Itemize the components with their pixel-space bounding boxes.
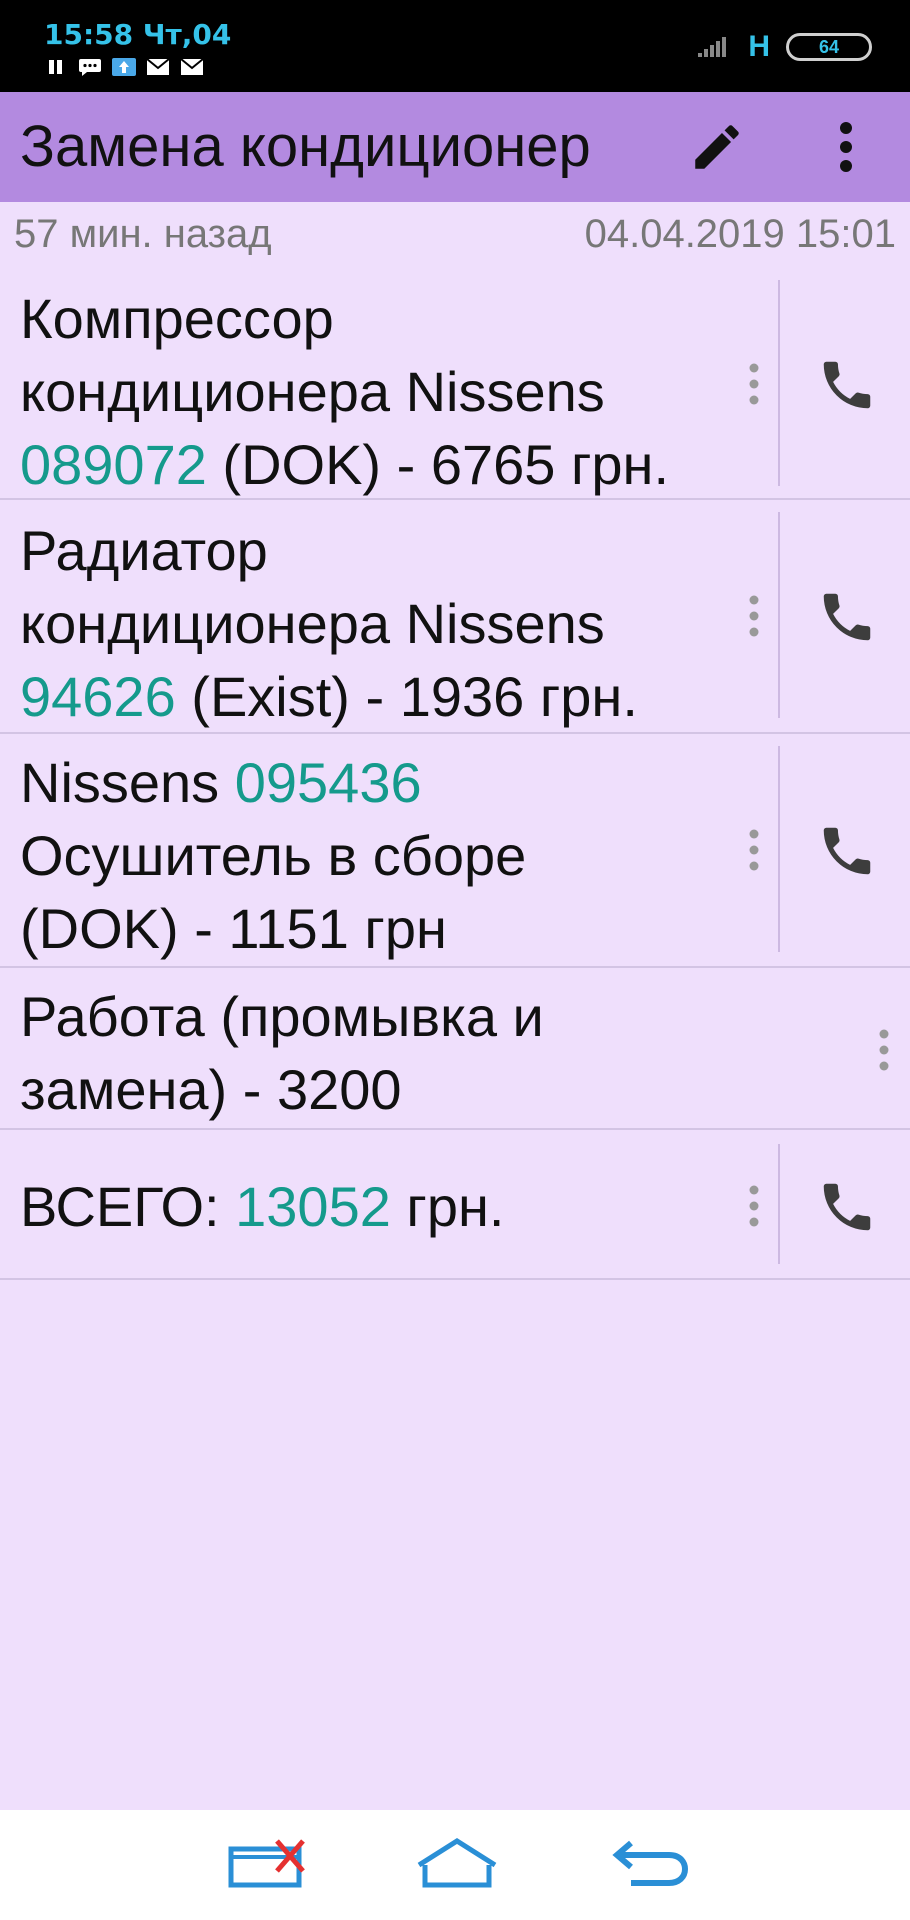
phone-icon — [823, 1183, 871, 1231]
item-menu-button[interactable] — [742, 1176, 766, 1236]
divider — [778, 512, 780, 718]
item-line: кондиционера Nissens — [20, 360, 605, 423]
phone-icon — [823, 827, 871, 875]
item-rest: (Exist) - 1936 грн. — [175, 665, 638, 728]
part-number-link[interactable]: 94626 — [20, 665, 176, 728]
status-bar: 15:58 Чт,04 H 64 — [0, 0, 910, 92]
battery-icon: 64 — [786, 33, 872, 61]
item-line: 94626 (Exist) - 1936 грн. — [20, 660, 740, 733]
item-line: (DOK) - 1151 грн — [20, 897, 447, 960]
list-item-text: Радиатор кондиционера Nissens 94626 (Exi… — [20, 514, 740, 733]
divider — [778, 280, 780, 486]
item-menu-button[interactable] — [872, 1020, 896, 1080]
list-item[interactable]: Работа (промывка и замена) - 3200 — [0, 968, 910, 1130]
list-item[interactable]: Компрессор кондиционера Nissens 089072 (… — [0, 270, 910, 500]
page-title: Замена кондиционер — [20, 114, 591, 179]
list-item-text: Nissens 095436 Осушитель в сборе (DOK) -… — [20, 746, 740, 965]
back-icon — [612, 1840, 689, 1886]
item-line: Радиатор — [20, 519, 268, 582]
more-vertical-icon — [879, 1029, 889, 1071]
more-vertical-icon — [749, 595, 759, 637]
list-item[interactable]: Радиатор кондиционера Nissens 94626 (Exi… — [0, 500, 910, 734]
list-item[interactable]: Nissens 095436 Осушитель в сборе (DOK) -… — [0, 734, 910, 968]
more-vertical-icon — [749, 829, 759, 871]
list-item-text: ВСЕГО: 13052 грн. — [20, 1170, 740, 1243]
home-icon — [417, 1838, 497, 1888]
status-right: H 64 — [698, 30, 872, 64]
call-button[interactable] — [812, 816, 882, 886]
more-options-button[interactable] — [820, 114, 872, 180]
part-number-link[interactable]: 089072 — [20, 433, 207, 496]
item-line: замена) - 3200 — [20, 1058, 402, 1121]
divider — [778, 1144, 780, 1264]
item-rest: грн. — [390, 1175, 505, 1238]
message-icon — [79, 59, 101, 76]
recent-apps-icon — [228, 1839, 305, 1888]
more-vertical-icon — [749, 1185, 759, 1227]
battery-level: 64 — [818, 36, 840, 57]
mail-icon — [180, 58, 204, 75]
list-item-text: Работа (промывка и замена) - 3200 — [20, 980, 740, 1126]
date-time: 04.04.2019 15:01 — [584, 212, 896, 256]
call-button[interactable] — [812, 1172, 882, 1242]
pencil-icon — [695, 125, 739, 169]
total-number-link[interactable]: 13052 — [235, 1175, 391, 1238]
item-line: Nissens 095436 — [20, 746, 740, 819]
navigation-bar — [0, 1810, 910, 1920]
notification-icons — [44, 58, 204, 76]
app-bar: Замена кондиционер — [0, 92, 910, 202]
more-vertical-icon — [840, 122, 852, 172]
item-line: ВСЕГО: 13052 грн. — [20, 1170, 740, 1243]
item-pre: ВСЕГО: — [20, 1175, 236, 1238]
list-item-text: Компрессор кондиционера Nissens 089072 (… — [20, 282, 740, 501]
item-pre: Nissens — [20, 751, 235, 814]
more-vertical-icon — [749, 363, 759, 405]
gmail-icon — [146, 58, 170, 75]
phone-icon — [823, 361, 871, 409]
signal-icon — [698, 37, 727, 57]
home-button[interactable] — [412, 1828, 502, 1898]
network-type: H — [748, 30, 770, 63]
edit-button[interactable] — [684, 114, 750, 180]
relative-time: 57 мин. назад — [14, 212, 272, 256]
item-menu-button[interactable] — [742, 354, 766, 414]
upload-icon — [112, 58, 136, 76]
divider — [778, 746, 780, 952]
item-line: 089072 (DOK) - 6765 грн. — [20, 428, 740, 501]
status-time: 15:58 Чт,04 — [44, 18, 232, 51]
recent-apps-button[interactable] — [222, 1828, 312, 1898]
item-menu-button[interactable] — [742, 586, 766, 646]
part-number-link[interactable]: 095436 — [235, 751, 422, 814]
pause-icon — [49, 60, 62, 74]
back-button[interactable] — [604, 1828, 694, 1898]
item-line: кондиционера Nissens — [20, 592, 605, 655]
list-item-total[interactable]: ВСЕГО: 13052 грн. — [0, 1130, 910, 1280]
phone-icon — [823, 593, 871, 641]
item-line: Осушитель в сборе — [20, 824, 527, 887]
item-menu-button[interactable] — [742, 820, 766, 880]
call-button[interactable] — [812, 350, 882, 420]
item-line: Работа (промывка и — [20, 985, 544, 1048]
item-list: Компрессор кондиционера Nissens 089072 (… — [0, 270, 910, 1280]
item-line: Компрессор — [20, 287, 334, 350]
item-rest: (DOK) - 6765 грн. — [206, 433, 670, 496]
call-button[interactable] — [812, 582, 882, 652]
